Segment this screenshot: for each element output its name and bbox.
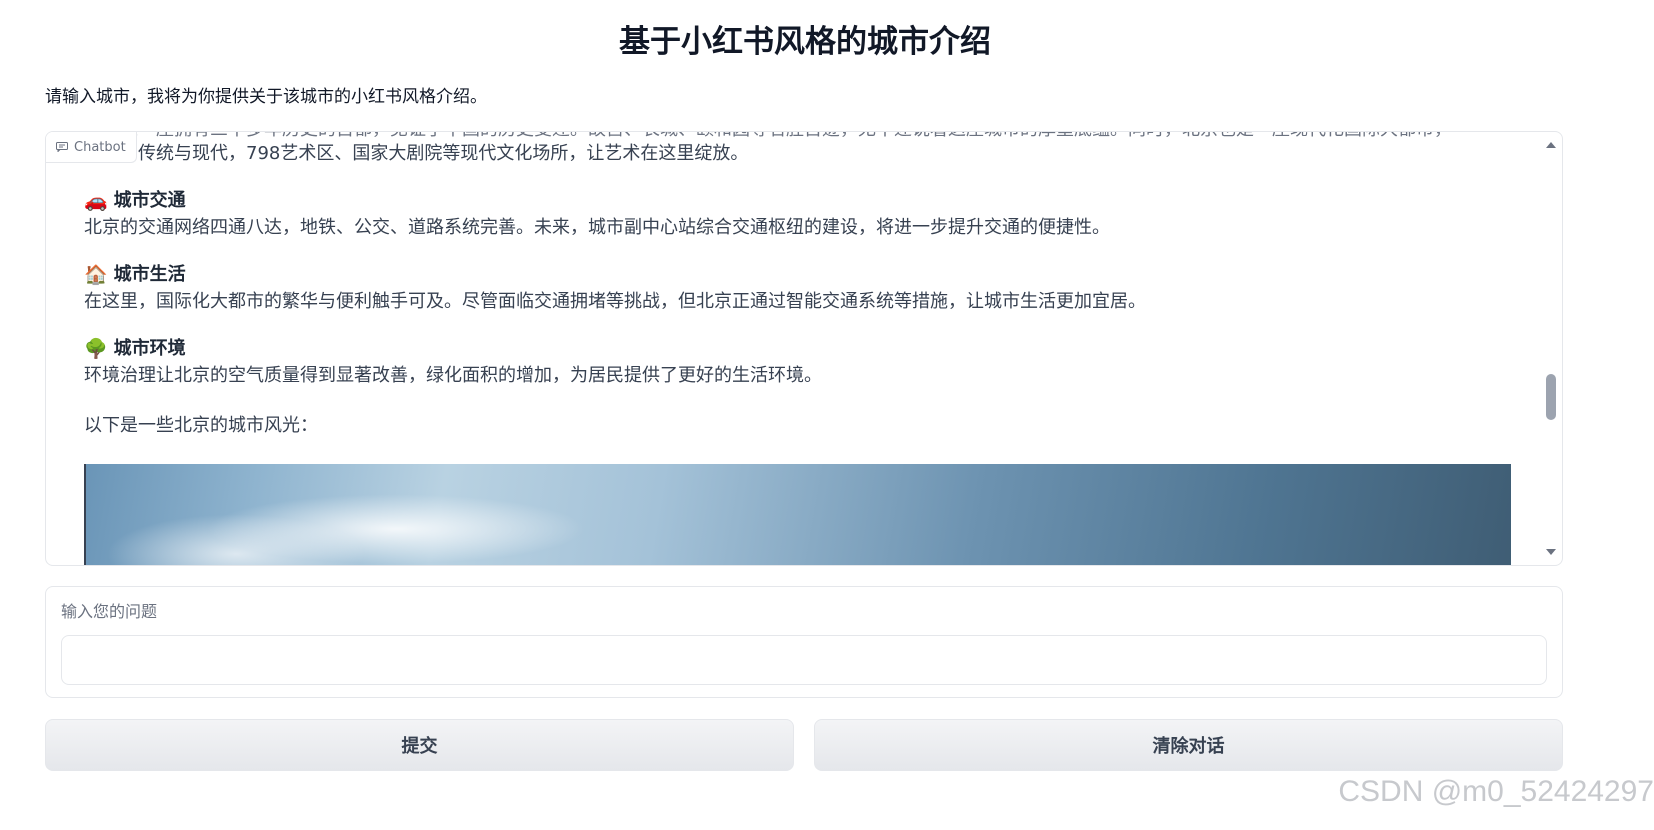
car-icon: 🚗 bbox=[84, 190, 108, 212]
chat-scroll-area[interactable]: 北京是一座拥有三千多年历史的古都，见证了中国的历史变迁。故宫、长城、颐和园等名胜… bbox=[46, 132, 1538, 565]
page-title: 基于小红书风格的城市介绍 bbox=[619, 24, 991, 60]
tree-icon: 🌳 bbox=[84, 338, 108, 360]
scroll-up-arrow-icon[interactable] bbox=[1546, 142, 1556, 148]
message-outro: 以下是一些北京的城市风光： bbox=[84, 415, 318, 436]
message-line: 融合了传统与现代，798艺术区、国家大剧院等现代文化场所，让艺术在这里绽放。 bbox=[84, 143, 749, 164]
submit-button[interactable]: 提交 bbox=[45, 719, 794, 771]
section-body-life: 在这里，国际化大都市的繁华与便利触手可及。尽管面临交通拥堵等挑战，但北京正通过智… bbox=[84, 291, 1146, 312]
city-photo bbox=[84, 464, 1511, 565]
question-input-label: 输入您的问题 bbox=[61, 602, 158, 621]
photo-cloud bbox=[206, 494, 586, 564]
chatbot-label-text: Chatbot bbox=[74, 139, 126, 155]
chatbot-label: Chatbot bbox=[46, 132, 137, 163]
section-body-traffic: 北京的交通网络四通八达，地铁、公交、道路系统完善。未来，城市副中心站综合交通枢纽… bbox=[84, 217, 1110, 238]
chatbot-panel[interactable]: Chatbot 北京是一座拥有三千多年历史的古都，见证了中国的历史变迁。故宫、长… bbox=[45, 131, 1563, 566]
clear-chat-button[interactable]: 清除对话 bbox=[814, 719, 1563, 771]
chat-icon bbox=[56, 142, 68, 152]
scroll-thumb[interactable] bbox=[1546, 374, 1556, 420]
section-heading-life: 🏠 城市生活 bbox=[84, 262, 1538, 288]
section-heading-text: 城市生活 bbox=[113, 264, 186, 285]
question-input-block: 输入您的问题 bbox=[45, 586, 1563, 698]
watermark: CSDN @m0_52424297 bbox=[1338, 775, 1654, 808]
question-input[interactable] bbox=[61, 635, 1547, 685]
scroll-down-arrow-icon[interactable] bbox=[1546, 549, 1556, 555]
page: 基于小红书风格的城市介绍 请输入城市，我将为你提供关于该城市的小红书风格介绍。 … bbox=[0, 0, 1654, 830]
bot-message: 北京是一座拥有三千多年历史的古都，见证了中国的历史变迁。故宫、长城、颐和园等名胜… bbox=[84, 132, 1538, 565]
section-heading-environment: 🌳 城市环境 bbox=[84, 336, 1538, 362]
message-partial-line: 北京是一座拥有三千多年历史的古都，见证了中国的历史变迁。故宫、长城、颐和园等名胜… bbox=[84, 132, 1538, 140]
chat-scrollbar[interactable] bbox=[1544, 138, 1558, 559]
house-icon: 🏠 bbox=[84, 264, 108, 286]
section-heading-traffic: 🚗 城市交通 bbox=[84, 188, 1538, 214]
section-heading-text: 城市环境 bbox=[113, 338, 186, 359]
page-description: 请输入城市，我将为你提供关于该城市的小红书风格介绍。 bbox=[45, 87, 487, 107]
section-heading-text: 城市交通 bbox=[113, 190, 186, 211]
section-body-environment: 环境治理让北京的空气质量得到显著改善，绿化面积的增加，为居民提供了更好的生活环境… bbox=[84, 365, 822, 386]
